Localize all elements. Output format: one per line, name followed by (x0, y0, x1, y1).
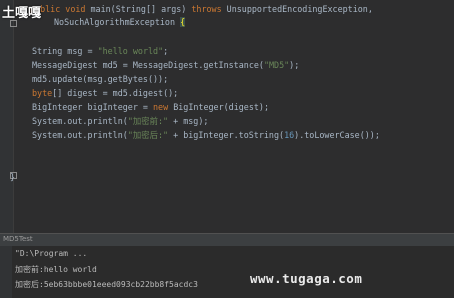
code-line-6: byte[] digest = md5.digest(); (32, 88, 179, 98)
run-panel-header: MD5Test (0, 233, 454, 246)
code-line-5: md5.update(msg.getBytes()); (32, 74, 169, 84)
code-line-3: String msg = "hello world"; (32, 46, 169, 56)
console-output: "D:\Program ... 加密前:hello world 加密后:5eb6… (0, 246, 454, 298)
run-tab-label[interactable]: MD5Test (3, 235, 33, 243)
code-line-4: MessageDigest md5 = MessageDigest.getIns… (32, 60, 300, 70)
code-line-2: NoSuchAlgorithmException { (54, 17, 186, 27)
code-line-closing-brace: } (10, 172, 16, 182)
code-line-7: BigInteger bigInteger = new BigInteger(d… (32, 102, 269, 112)
console-line-3: 加密后:5eb63bbbe01eeed093cb22bb8f5acdc3 (15, 280, 198, 289)
console-gutter (0, 246, 12, 298)
watermark-url: www.tugaga.com (250, 271, 363, 286)
watermark-logo: 土嘎嘎 (2, 6, 42, 21)
editor-gutter (0, 0, 14, 233)
code-line-8: System.out.println("加密前:" + msg); (32, 116, 209, 126)
code-editor[interactable]: public void main(String[] args) throws U… (0, 0, 454, 233)
code-line-1: public void main(String[] args) throws U… (30, 4, 373, 14)
console-line-1: "D:\Program ... (15, 249, 88, 258)
console-line-2: 加密前:hello world (15, 265, 97, 274)
code-line-9: System.out.println("加密后:" + bigInteger.t… (32, 130, 380, 140)
fold-marker-icon[interactable] (10, 20, 17, 27)
